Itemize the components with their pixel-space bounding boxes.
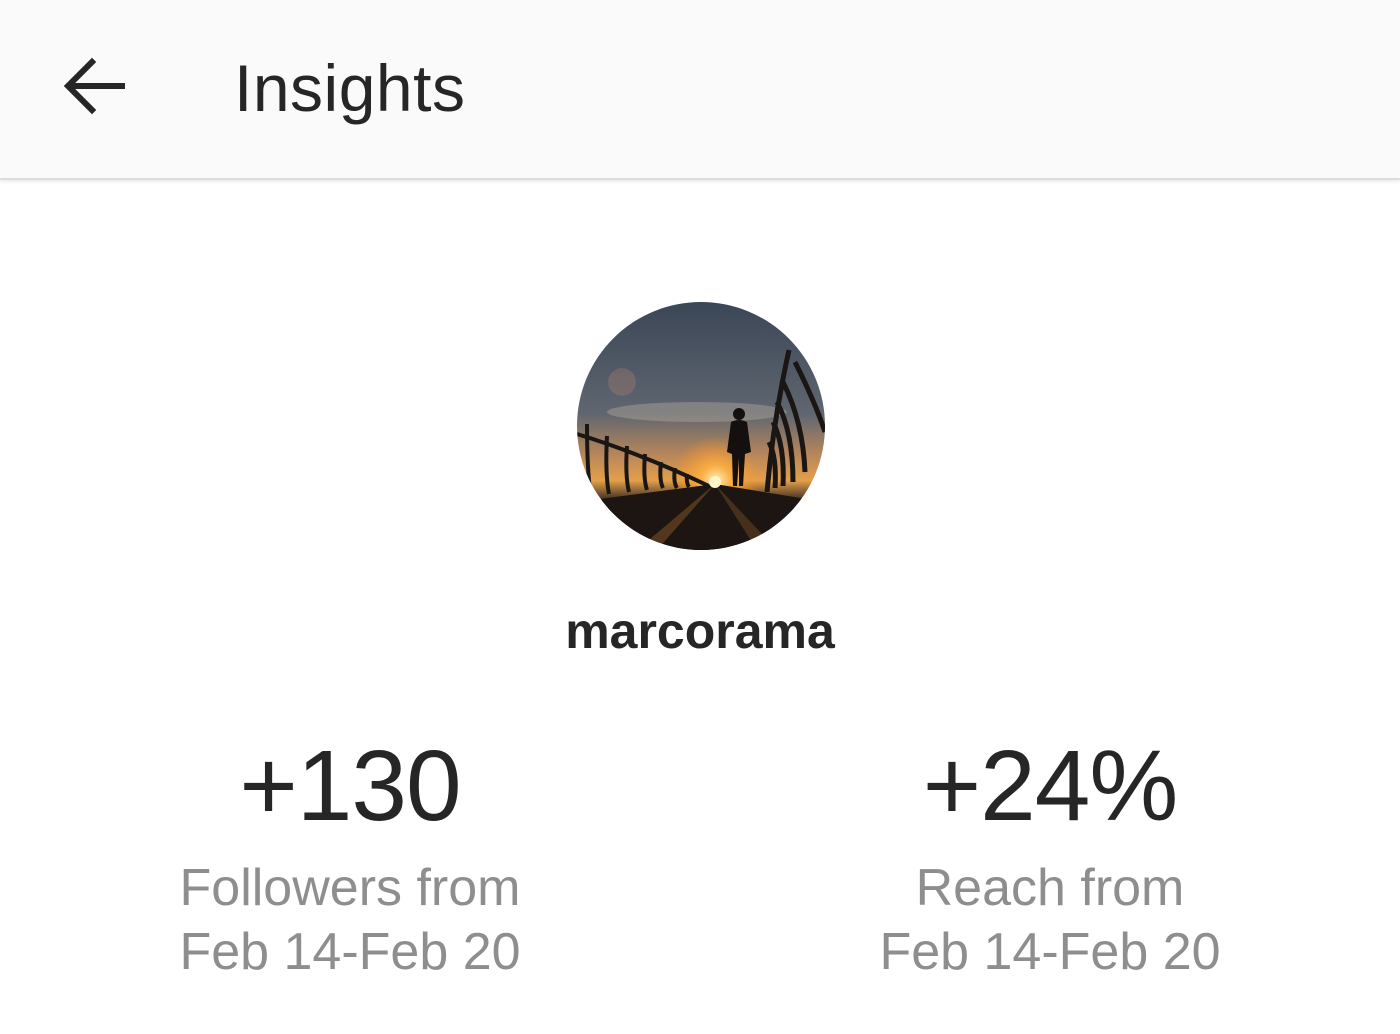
reach-label-line2: Feb 14-Feb 20 <box>879 923 1221 981</box>
reach-label-line1: Reach from <box>915 859 1185 917</box>
followers-label: Followers from Feb 14-Feb 20 <box>70 856 630 984</box>
reach-stat[interactable]: +24% Reach from Feb 14-Feb 20 <box>770 728 1330 984</box>
avatar[interactable] <box>577 302 825 550</box>
followers-label-line1: Followers from <box>179 859 521 917</box>
page-title: Insights <box>234 51 466 125</box>
arrow-left-icon <box>58 50 130 127</box>
followers-stat[interactable]: +130 Followers from Feb 14-Feb 20 <box>70 728 630 984</box>
reach-value: +24% <box>922 730 1179 842</box>
back-button[interactable] <box>52 46 136 130</box>
app-bar: Insights <box>0 0 1400 180</box>
username[interactable]: marcorama <box>400 600 1000 662</box>
followers-label-line2: Feb 14-Feb 20 <box>179 923 521 981</box>
reach-label: Reach from Feb 14-Feb 20 <box>770 856 1330 984</box>
followers-value: +130 <box>239 730 461 842</box>
